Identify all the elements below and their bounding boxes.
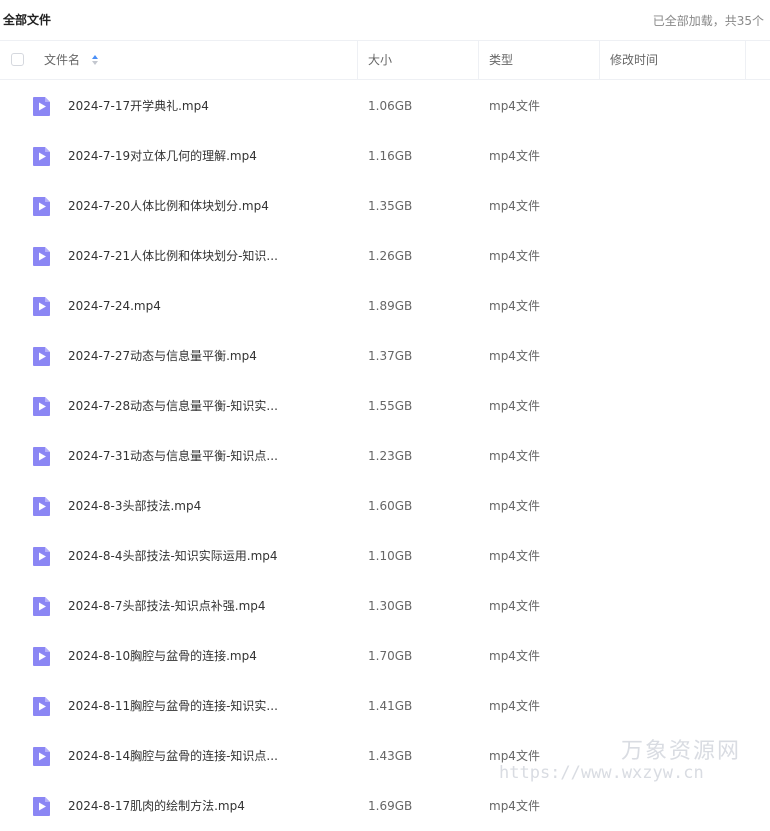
page-title: 全部文件 bbox=[3, 13, 52, 27]
file-row[interactable]: 2024-8-4头部技法-知识实际运用.mp4 1.10GB mp4文件 bbox=[0, 531, 770, 581]
file-type: mp4文件 bbox=[489, 699, 540, 713]
file-row[interactable]: 2024-7-20人体比例和体块划分.mp4 1.35GB mp4文件 bbox=[0, 181, 770, 231]
file-row[interactable]: 2024-7-19对立体几何的理解.mp4 1.16GB mp4文件 bbox=[0, 131, 770, 181]
file-row[interactable]: 2024-7-21人体比例和体块划分-知识... 1.26GB mp4文件 bbox=[0, 231, 770, 281]
video-file-icon bbox=[33, 397, 50, 416]
column-header-size[interactable]: 大小 bbox=[368, 41, 392, 79]
file-type: mp4文件 bbox=[489, 599, 540, 613]
file-row[interactable]: 2024-7-24.mp4 1.89GB mp4文件 bbox=[0, 281, 770, 331]
file-name[interactable]: 2024-7-31动态与信息量平衡-知识点... bbox=[68, 431, 278, 481]
file-type: mp4文件 bbox=[489, 299, 540, 313]
file-name[interactable]: 2024-7-19对立体几何的理解.mp4 bbox=[68, 131, 257, 181]
file-row[interactable]: 2024-7-31动态与信息量平衡-知识点... 1.23GB mp4文件 bbox=[0, 431, 770, 481]
file-size: 1.10GB bbox=[368, 549, 413, 563]
file-type: mp4文件 bbox=[489, 799, 540, 813]
file-type: mp4文件 bbox=[489, 499, 540, 513]
video-file-icon bbox=[33, 747, 50, 766]
video-file-icon bbox=[33, 697, 50, 716]
file-name[interactable]: 2024-8-10胸腔与盆骨的连接.mp4 bbox=[68, 631, 257, 681]
video-file-icon bbox=[33, 347, 50, 366]
file-name[interactable]: 2024-7-27动态与信息量平衡.mp4 bbox=[68, 331, 257, 381]
file-name[interactable]: 2024-8-11胸腔与盆骨的连接-知识实... bbox=[68, 681, 278, 731]
column-divider[interactable] bbox=[745, 41, 746, 79]
file-size: 1.69GB bbox=[368, 799, 413, 813]
file-size: 1.70GB bbox=[368, 649, 413, 663]
file-type: mp4文件 bbox=[489, 149, 540, 163]
column-header-modified[interactable]: 修改时间 bbox=[610, 41, 658, 79]
file-name[interactable]: 2024-7-28动态与信息量平衡-知识实... bbox=[68, 381, 278, 431]
file-row[interactable]: 2024-8-17肌肉的绘制方法.mp4 1.69GB mp4文件 bbox=[0, 781, 770, 831]
file-row[interactable]: 2024-8-11胸腔与盆骨的连接-知识实... 1.41GB mp4文件 bbox=[0, 681, 770, 731]
file-name[interactable]: 2024-8-4头部技法-知识实际运用.mp4 bbox=[68, 531, 278, 581]
file-name[interactable]: 2024-8-3头部技法.mp4 bbox=[68, 481, 201, 531]
file-type: mp4文件 bbox=[489, 99, 540, 113]
file-size: 1.06GB bbox=[368, 99, 413, 113]
file-row[interactable]: 2024-7-17开学典礼.mp4 1.06GB mp4文件 bbox=[0, 81, 770, 131]
watermark-url: https://www.wxzyw.cn bbox=[499, 763, 704, 783]
file-size: 1.43GB bbox=[368, 749, 413, 763]
video-file-icon bbox=[33, 797, 50, 816]
file-row[interactable]: 2024-8-10胸腔与盆骨的连接.mp4 1.70GB mp4文件 bbox=[0, 631, 770, 681]
video-file-icon bbox=[33, 497, 50, 516]
file-row[interactable]: 2024-7-27动态与信息量平衡.mp4 1.37GB mp4文件 bbox=[0, 331, 770, 381]
file-size: 1.30GB bbox=[368, 599, 413, 613]
file-type: mp4文件 bbox=[489, 449, 540, 463]
file-size: 1.35GB bbox=[368, 199, 413, 213]
file-size: 1.55GB bbox=[368, 399, 413, 413]
file-type: mp4文件 bbox=[489, 349, 540, 363]
column-header-name[interactable]: 文件名 bbox=[44, 41, 80, 79]
video-file-icon bbox=[33, 97, 50, 116]
file-name[interactable]: 2024-8-7头部技法-知识点补强.mp4 bbox=[68, 581, 266, 631]
file-size: 1.37GB bbox=[368, 349, 413, 363]
sort-icon[interactable] bbox=[91, 54, 99, 66]
top-bar: 全部文件 已全部加载，共35个 bbox=[0, 0, 770, 40]
load-status: 已全部加载，共35个 bbox=[652, 14, 764, 28]
file-type: mp4文件 bbox=[489, 649, 540, 663]
file-row[interactable]: 2024-7-28动态与信息量平衡-知识实... 1.55GB mp4文件 bbox=[0, 381, 770, 431]
file-name[interactable]: 2024-7-17开学典礼.mp4 bbox=[68, 81, 209, 131]
file-size: 1.23GB bbox=[368, 449, 413, 463]
file-type: mp4文件 bbox=[489, 199, 540, 213]
file-name[interactable]: 2024-8-17肌肉的绘制方法.mp4 bbox=[68, 781, 245, 831]
select-all-checkbox[interactable] bbox=[11, 53, 24, 66]
file-type: mp4文件 bbox=[489, 249, 540, 263]
file-type: mp4文件 bbox=[489, 549, 540, 563]
video-file-icon bbox=[33, 197, 50, 216]
file-name[interactable]: 2024-7-20人体比例和体块划分.mp4 bbox=[68, 181, 269, 231]
video-file-icon bbox=[33, 547, 50, 566]
file-name[interactable]: 2024-7-24.mp4 bbox=[68, 281, 161, 331]
video-file-icon bbox=[33, 447, 50, 466]
file-type: mp4文件 bbox=[489, 399, 540, 413]
file-list: 2024-7-17开学典礼.mp4 1.06GB mp4文件 2024-7-19对立体… bbox=[0, 81, 770, 831]
file-row[interactable]: 2024-8-7头部技法-知识点补强.mp4 1.30GB mp4文件 bbox=[0, 581, 770, 631]
column-divider[interactable] bbox=[599, 41, 600, 79]
column-divider[interactable] bbox=[478, 41, 479, 79]
file-size: 1.60GB bbox=[368, 499, 413, 513]
file-name[interactable]: 2024-7-21人体比例和体块划分-知识... bbox=[68, 231, 278, 281]
column-header-type[interactable]: 类型 bbox=[489, 41, 513, 79]
video-file-icon bbox=[33, 147, 50, 166]
file-name[interactable]: 2024-8-14胸腔与盆骨的连接-知识点... bbox=[68, 731, 278, 781]
column-divider[interactable] bbox=[357, 41, 358, 79]
video-file-icon bbox=[33, 647, 50, 666]
file-row[interactable]: 2024-8-3头部技法.mp4 1.60GB mp4文件 bbox=[0, 481, 770, 531]
watermark-name: 万象资源网 bbox=[621, 739, 742, 764]
table-header: 文件名 大小 类型 修改时间 bbox=[0, 40, 770, 80]
video-file-icon bbox=[33, 297, 50, 316]
file-size: 1.89GB bbox=[368, 299, 413, 313]
file-size: 1.16GB bbox=[368, 149, 413, 163]
file-size: 1.26GB bbox=[368, 249, 413, 263]
video-file-icon bbox=[33, 247, 50, 266]
file-size: 1.41GB bbox=[368, 699, 413, 713]
video-file-icon bbox=[33, 597, 50, 616]
